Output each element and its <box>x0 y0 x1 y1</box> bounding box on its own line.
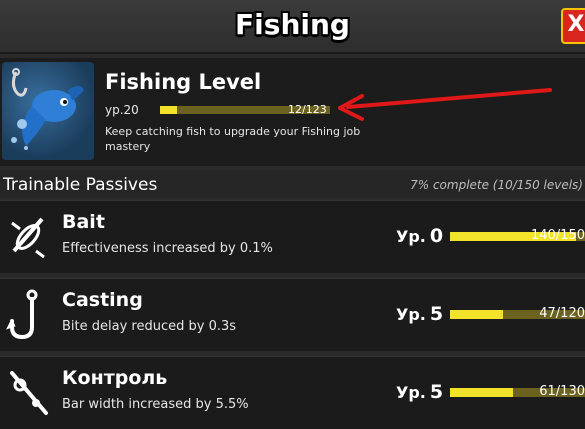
rod-icon <box>6 367 52 419</box>
fishing-level-panel: Fishing Level ур.20 12/123 Keep catching… <box>0 58 585 166</box>
passive-level-prefix: Ур. <box>396 227 426 246</box>
level-label: ур.20 <box>105 103 139 117</box>
passive-level-prefix: Ур. <box>396 383 426 402</box>
hook-icon <box>6 289 52 341</box>
passive-name: Bait <box>62 211 105 233</box>
bait-icon <box>6 211 52 263</box>
passive-level-number: 0 <box>429 225 444 247</box>
passive-description: Bar width increased by 5.5% <box>62 397 249 412</box>
level-progress-fill <box>160 106 177 114</box>
passive-name: Контроль <box>62 367 168 389</box>
passive-progress-text: 61/130 <box>539 384 585 399</box>
level-title: Fishing Level <box>105 70 262 94</box>
level-progress-text: 12/123 <box>288 103 327 116</box>
passive-level-number: 5 <box>429 381 444 403</box>
close-button[interactable]: X <box>561 8 585 44</box>
passive-level: Ур. 0 <box>396 225 443 247</box>
passive-row-bait[interactable]: Bait Effectiveness increased by 0.1% Ур.… <box>0 200 585 273</box>
passive-level-number: 5 <box>429 303 444 325</box>
window-header: Fishing X <box>0 0 585 54</box>
passive-level-prefix: Ур. <box>396 305 426 324</box>
passive-progress-fill <box>450 310 503 319</box>
passive-row-casting[interactable]: Casting Bite delay reduced by 0.3s Ур. 5 … <box>0 278 585 351</box>
passives-header: Trainable Passives 7% complete (10/150 l… <box>0 170 585 198</box>
passive-name: Casting <box>62 289 143 311</box>
passive-level: Ур. 5 <box>396 381 443 403</box>
passive-progress-text: 47/120 <box>539 306 585 321</box>
passives-title: Trainable Passives <box>3 175 158 195</box>
passives-completion: 7% complete (10/150 levels) <box>410 178 583 192</box>
passive-progress-fill <box>450 388 514 397</box>
passive-description: Bite delay reduced by 0.3s <box>62 319 237 334</box>
passive-row-control[interactable]: Контроль Bar width increased by 5.5% Ур.… <box>0 356 585 429</box>
passive-level: Ур. 5 <box>396 303 443 325</box>
level-description: Keep catching fish to upgrade your Fishi… <box>105 125 361 153</box>
passive-description: Effectiveness increased by 0.1% <box>62 241 273 256</box>
fish-icon <box>2 62 94 160</box>
window-title: Fishing <box>235 8 350 41</box>
passive-progress-text: 140/150 <box>530 228 585 243</box>
